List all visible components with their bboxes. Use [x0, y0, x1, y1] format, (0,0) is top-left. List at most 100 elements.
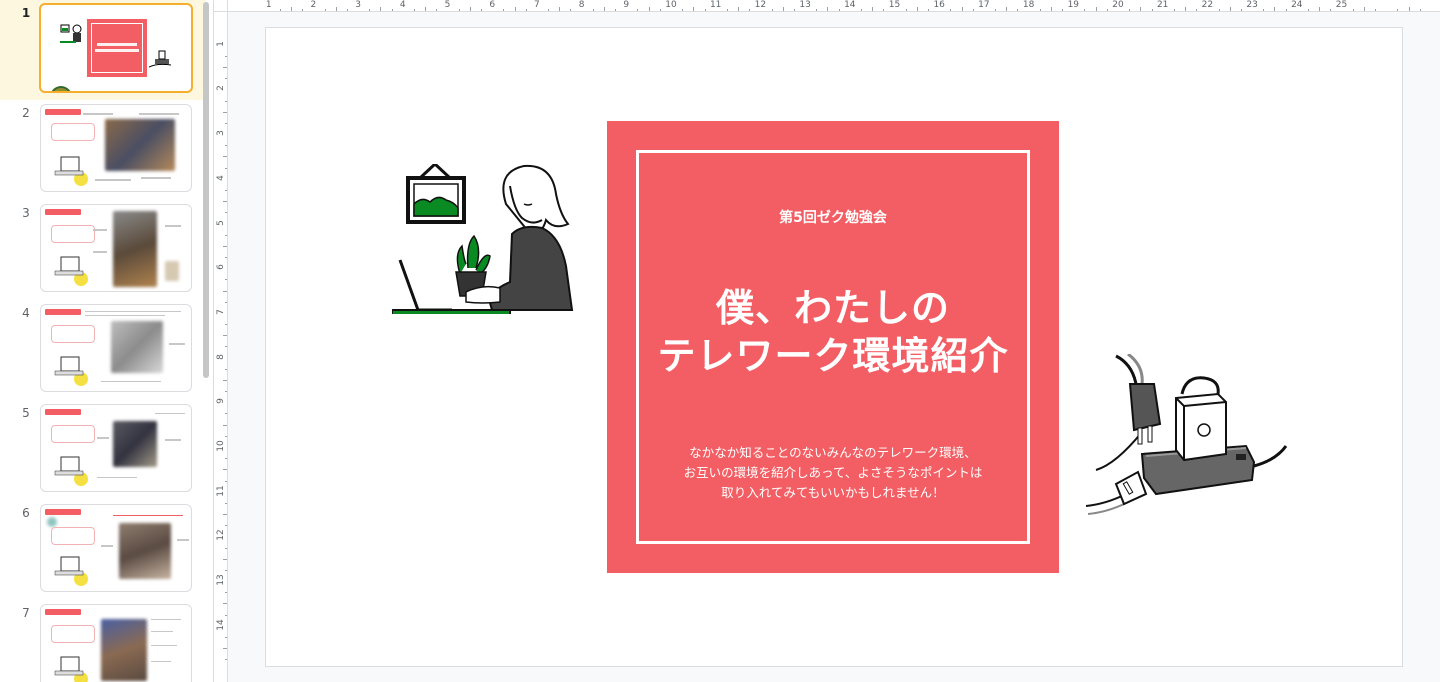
ruler-tick [225, 301, 227, 303]
ruler-tick [972, 9, 974, 11]
ruler-mark-label: 8 [578, 0, 585, 10]
ruler-tick [827, 7, 829, 11]
power-strip-illustration[interactable] [1086, 354, 1290, 520]
ruler-mark-label: 4 [399, 0, 406, 10]
ruler-mark-label: 25 [1335, 0, 1348, 10]
slide-preview[interactable] [40, 104, 192, 192]
ruler-tick [225, 324, 227, 326]
ruler-tick [1050, 7, 1052, 11]
ruler-tick [916, 7, 918, 11]
slides-editor: 1 2 3 4 5 6 7 1 2 3 4 5 6 7 8 9 10 11 12… [0, 0, 1440, 682]
ruler-tick [225, 569, 227, 571]
ruler-tick [995, 9, 997, 11]
ruler-mark-label: 23 [1246, 0, 1258, 10]
slide-number: 3 [22, 206, 30, 220]
slide-thumbnail-2[interactable]: 2 [0, 100, 206, 200]
ruler-tick [514, 7, 516, 11]
ruler-tick [279, 9, 281, 11]
slide-canvas[interactable]: 第5回ゼク勉強会 僕、わたしの テレワーク環境紹介 なかなか知ることのないみんな… [228, 12, 1440, 682]
ruler-tick [704, 9, 706, 11]
ruler-tick [436, 9, 438, 11]
corner-decoration-mini [51, 86, 71, 91]
ruler-tick [225, 78, 227, 80]
person-illustration-mini [54, 356, 88, 386]
ruler-mark-label: 8 [216, 353, 226, 360]
ruler-tick [225, 480, 227, 482]
title-line-2[interactable]: テレワーク環境紹介 [607, 325, 1059, 380]
ruler-tick [1140, 7, 1142, 11]
ruler-tick [615, 9, 617, 11]
ruler-tick [1419, 9, 1421, 11]
ruler-mark-label: 7 [534, 0, 540, 10]
slide-filmstrip[interactable]: 1 2 3 4 5 6 7 [0, 0, 214, 682]
ruler-mark-label: 4 [216, 174, 226, 181]
ruler-mark-label: 9 [216, 398, 226, 405]
ruler-tick [838, 9, 840, 11]
slide-preview[interactable] [40, 604, 192, 682]
ruler-tick [525, 9, 527, 11]
ruler-tick [225, 391, 227, 393]
ruler-tick [1151, 9, 1153, 11]
ruler-mark-label: 12 [216, 529, 226, 542]
person-illustration-mini [54, 256, 88, 286]
ruler-tick [1240, 9, 1242, 11]
description-text[interactable]: なかなか知ることのないみんなのテレワーク環境、 お互いの環境を紹介しあって、よさ… [607, 443, 1059, 503]
slide-1-editor[interactable]: 第5回ゼク勉強会 僕、わたしの テレワーク環境紹介 なかなか知ることのないみんな… [266, 28, 1402, 666]
ruler-tick [225, 122, 227, 124]
ruler-tick [225, 212, 227, 214]
ruler-tick [223, 245, 227, 247]
slide-preview[interactable] [40, 504, 192, 592]
slide-thumbnail-7[interactable]: 7 [0, 600, 206, 682]
ruler-tick [1363, 7, 1365, 11]
ruler-tick [548, 9, 550, 11]
ruler-tick [223, 558, 227, 560]
ruler-mark-label: 13 [216, 574, 226, 586]
ruler-tick [1408, 7, 1410, 11]
ruler-mark-label: 24 [1291, 0, 1303, 10]
ruler-tick [1352, 9, 1354, 11]
ruler-mark-label: 5 [444, 0, 451, 10]
ruler-mark-label: 21 [1156, 0, 1169, 10]
ruler-tick [592, 9, 594, 11]
slide-preview[interactable] [39, 3, 193, 93]
slide-thumbnail-6[interactable]: 6 [0, 500, 206, 600]
ruler-tick [223, 335, 227, 337]
ruler-tick [905, 9, 907, 11]
ruler-tick [1319, 7, 1321, 11]
title-box-mini [87, 19, 147, 77]
ruler-mark-label: 9 [623, 0, 630, 10]
ruler-mark-label: 14 [844, 0, 856, 10]
ruler-mark-label: 7 [216, 309, 226, 315]
ruler-tick [223, 201, 227, 203]
ruler-tick [1307, 9, 1309, 11]
ruler-tick [225, 368, 227, 370]
slide-thumbnail-5[interactable]: 5 [0, 400, 206, 500]
description-line-2: お互いの環境を紹介しあって、よさそうなポイントは [683, 465, 983, 480]
ruler-tick [223, 648, 227, 650]
title-line-1[interactable]: 僕、わたしの [607, 277, 1059, 332]
ruler-tick [1095, 7, 1097, 11]
person-at-desk-illustration[interactable] [392, 164, 578, 314]
event-subtitle[interactable]: 第5回ゼク勉強会 [607, 207, 1059, 227]
ruler-mark-label: 1 [265, 0, 272, 10]
slide-preview[interactable] [40, 204, 192, 292]
slide-thumbnail-4[interactable]: 4 [0, 300, 206, 400]
slide-thumbnail-1[interactable]: 1 [0, 0, 206, 100]
ruler-tick [225, 55, 227, 57]
ruler-mark-label: 6 [216, 264, 226, 271]
ruler-mark-label: 6 [489, 0, 496, 10]
ruler-tick [335, 7, 337, 11]
ruler-tick [225, 547, 227, 549]
ruler-tick [1106, 9, 1108, 11]
filmstrip-scrollbar[interactable] [203, 2, 209, 378]
horizontal-ruler[interactable]: 1 2 3 4 5 6 7 8 9 10 11 12 13 14 15 16 17 18 19 20 21 22 23 24 2… [228, 0, 1440, 12]
ruler-tick [225, 257, 227, 259]
ruler-mark-label: 20 [1112, 0, 1124, 10]
slide-preview[interactable] [40, 404, 192, 492]
slide-preview[interactable] [40, 304, 192, 392]
ruler-tick [1129, 9, 1131, 11]
vertical-ruler[interactable]: 1 2 3 4 5 6 7 8 9 10 11 12 13 14 [214, 12, 228, 682]
ruler-tick [1263, 9, 1265, 11]
slide-thumbnail-3[interactable]: 3 [0, 200, 206, 300]
title-card[interactable]: 第5回ゼク勉強会 僕、わたしの テレワーク環境紹介 なかなか知ることのないみんな… [607, 121, 1059, 573]
